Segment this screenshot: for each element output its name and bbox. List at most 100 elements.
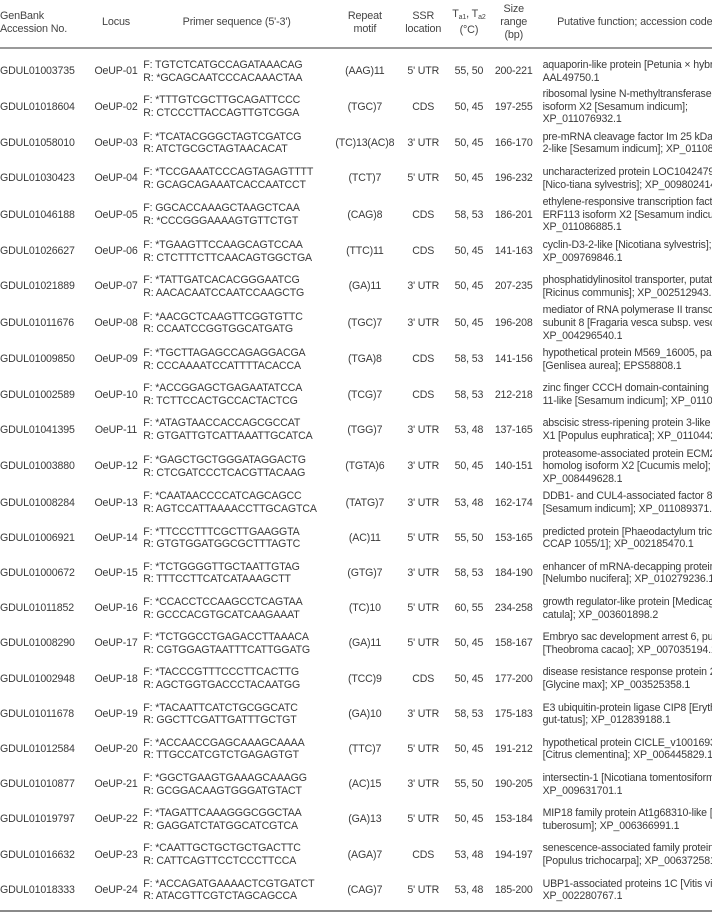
header-motif-line1: Repeat (347, 9, 382, 22)
function-cell: disease resistance response protein 206-… (539, 661, 712, 696)
table-row: GDUL01018604 OeUP-02 F: *TTTGTCGCTTGCAGA… (0, 88, 712, 126)
size-range: 175-183 (494, 707, 533, 720)
ssr-location: 3' UTR (407, 778, 440, 791)
motif-cell: (CAG)7 (332, 872, 398, 912)
forward-primer: F: TGTCTCATGCCAGATAAACAG (143, 58, 303, 71)
primer-cell: F: *TCCGAAATCCCAGTAGAGTTTT R: GCAGCAGAAA… (141, 161, 332, 196)
function-cell: intersectin-1 [Nicotiana tomentosiformis… (539, 767, 712, 802)
locus-name: OeUP-05 (94, 208, 138, 221)
putative-function: growth regulator-like protein [Medicago … (542, 596, 712, 621)
table-row: GDUL01019797 OeUP-22 F: *TAGATTCAAAGGGCG… (0, 802, 712, 837)
accession-number: GDUL01008290 (0, 637, 75, 650)
reverse-primer: R: GAGGATCTATGGCATCGTCA (143, 819, 298, 832)
function-cell: DDB1- and CUL4-associated factor 8 [Sesa… (539, 485, 712, 520)
size-cell: 196-232 (489, 161, 539, 196)
function-cell: uncharacterized protein LOC104247946 [Ni… (539, 161, 712, 196)
table-row: GDUL01002948 OeUP-18 F: *TACCCGTTTCCCTTC… (0, 661, 712, 696)
primer-cell: F: *ACCAGATGAAAACTCGTGATCT R: ATACGTTCGT… (141, 872, 333, 912)
table-row: GDUL01010877 OeUP-21 F: *GGCTGAAGTGAAAGC… (0, 767, 712, 802)
annealing-temps: 50, 45 (454, 460, 484, 473)
accession-number: GDUL01002948 (0, 672, 75, 685)
temp-cell: 50, 45 (449, 732, 489, 767)
temp-cell: 58, 53 (449, 196, 489, 234)
accession-cell: GDUL01026627 (0, 234, 91, 269)
ssr-location-cell: 5' UTR (397, 872, 449, 912)
accession-cell: GDUL01003880 (0, 448, 91, 486)
size-range: 194-197 (494, 848, 533, 861)
locus-name: OeUP-04 (94, 172, 138, 185)
size-cell: 137-165 (489, 412, 539, 447)
accession-cell: GDUL01046188 (0, 196, 91, 234)
repeat-motif: (TCC)9 (347, 672, 382, 685)
reverse-primer: R: CCAATCCGGTGGCATGATG (143, 323, 293, 336)
putative-function: UBP1-associated proteins 1C [Vitis vinif… (542, 877, 712, 903)
table-row: GDUL01009850 OeUP-09 F: *TGCTTAGAGCCAGAG… (0, 342, 712, 377)
accession-cell: GDUL01010877 (0, 767, 91, 802)
forward-primer: F: *ACCAACCGAGCAAAGCAAAA (143, 736, 305, 749)
putative-function: cyclin-D3-2-like [Nicotiana sylvestris];… (542, 238, 712, 264)
size-cell: 166-170 (489, 126, 539, 161)
reverse-primer: R: AGCTGGTGACCCTACAATGG (143, 678, 301, 691)
ssr-location: 5' UTR (407, 743, 440, 756)
accession-number: GDUL01019797 (0, 813, 75, 826)
table-row: GDUL01046188 OeUP-05 F: GGCACCAAAGCTAAGC… (0, 196, 712, 234)
locus-name: OeUP-18 (94, 672, 138, 685)
repeat-motif: (TTC)11 (346, 245, 384, 258)
accession-cell: GDUL01019797 (0, 802, 91, 837)
table-row: GDUL01030423 OeUP-04 F: *TCCGAAATCCCAGTA… (0, 161, 712, 196)
locus-cell: OeUP-09 (91, 342, 142, 377)
ssr-location: 3' UTR (407, 137, 440, 150)
locus-cell: OeUP-01 (91, 48, 142, 88)
accession-number: GDUL01041395 (0, 423, 75, 436)
motif-cell: (GA)13 (332, 802, 397, 837)
temp-cell: 50, 45 (449, 234, 489, 269)
reverse-primer: R: TCTTCCACTGCCACTACTCG (143, 394, 298, 407)
function-cell: zinc finger CCCH domain-containing prote… (539, 377, 712, 412)
ssr-location: 3' UTR (407, 707, 440, 720)
size-range: 166-170 (494, 137, 533, 150)
function-cell: ribosomal lysine N-methyltransferase 3 i… (539, 88, 712, 126)
accession-cell: GDUL01011676 (0, 304, 91, 342)
reverse-primer: R: GTGTGGATGGCGCTTTAGTC (143, 538, 301, 551)
size-range: 200-221 (494, 65, 533, 78)
annealing-temps: 60, 55 (454, 602, 484, 615)
size-range: 162-174 (494, 496, 533, 509)
annealing-temps: 58, 53 (454, 208, 484, 221)
locus-cell: OeUP-23 (91, 837, 142, 872)
locus-cell: OeUP-04 (91, 161, 142, 196)
table-row: GDUL01006921 OeUP-14 F: *TTCCCTTTCGCTTGA… (0, 521, 712, 556)
ssr-location-cell: CDS (398, 234, 449, 269)
locus-cell: OeUP-21 (91, 767, 142, 802)
annealing-temps: 58, 53 (454, 567, 484, 580)
putative-function: phosphatidylinositol transporter, putati… (542, 274, 712, 299)
accession-number: GDUL01000672 (0, 567, 75, 580)
accession-cell: GDUL01018604 (0, 88, 91, 126)
function-cell: UBP1-associated proteins 1C [Vitis vinif… (538, 872, 712, 912)
size-cell: 190-205 (489, 767, 539, 802)
repeat-motif: (GA)11 (348, 280, 382, 293)
header-size-line2: (bp) (504, 29, 524, 41)
ssr-location-cell: 5' UTR (398, 161, 449, 196)
temp-cell: 58, 53 (449, 342, 489, 377)
motif-cell: (TGG)7 (332, 412, 397, 447)
size-range: 140-151 (494, 460, 533, 473)
temp-cell: 55, 50 (449, 48, 489, 88)
header-temp-sep: , T (466, 8, 479, 20)
locus-name: OeUP-03 (94, 137, 138, 150)
size-cell: 194-197 (489, 837, 539, 872)
accession-cell: GDUL01008290 (0, 626, 91, 661)
header-locus: Locus (90, 0, 142, 49)
putative-function: MIP18 family protein At1g68310-like [Sol… (542, 807, 712, 832)
table-row: GDUL01018333 OeUP-24 F: *ACCAGATGAAAACTC… (0, 872, 712, 912)
temp-cell: 50, 45 (449, 626, 489, 661)
motif-cell: (GA)11 (332, 626, 397, 661)
ssr-location: 3' UTR (407, 567, 440, 580)
accession-number: GDUL01012584 (0, 743, 75, 756)
accession-cell: GDUL01018333 (0, 872, 91, 912)
size-range: 153-184 (494, 813, 533, 826)
function-cell: aquaporin-like protein [Petunia × hybrid… (539, 48, 712, 88)
ssr-location-cell: 3' UTR (398, 269, 449, 304)
ssr-location-cell: 3' UTR (398, 767, 449, 802)
putative-function: intersectin-1 [Nicotiana tomentosiformis… (542, 771, 712, 797)
header-motif: Repeat motif (332, 0, 398, 49)
